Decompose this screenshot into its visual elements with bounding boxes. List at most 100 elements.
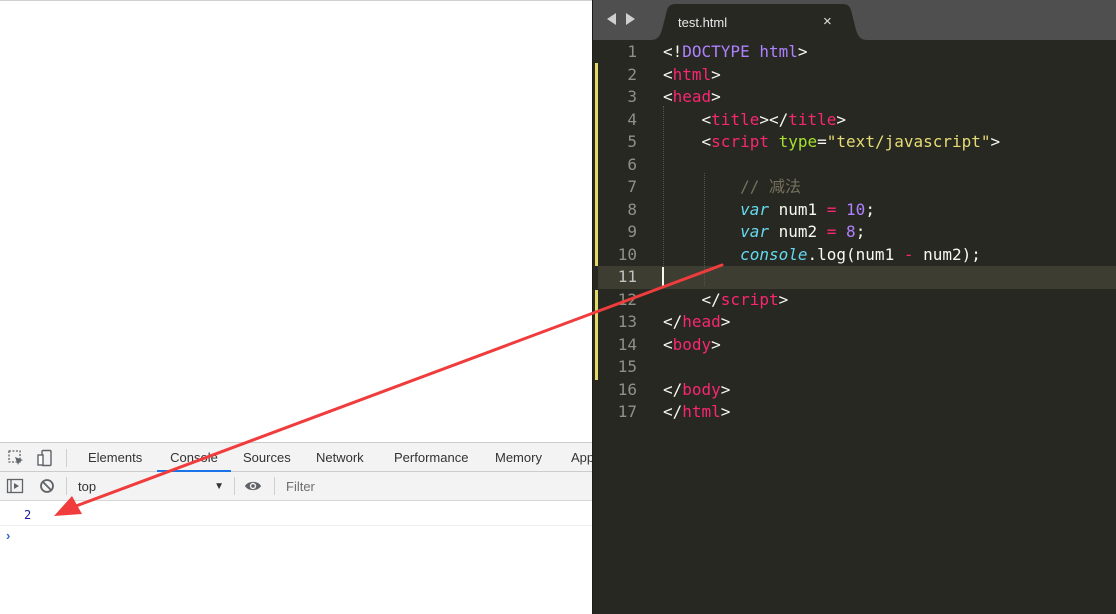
eye-icon[interactable]	[244, 477, 262, 495]
code-line[interactable]: </script>	[663, 289, 789, 311]
context-value: top	[78, 479, 97, 494]
current-line-highlight	[598, 266, 1116, 289]
code-token: >	[797, 42, 808, 61]
code-line[interactable]: <html>	[663, 64, 721, 86]
code-line[interactable]: <head>	[663, 86, 721, 108]
line-number: 11	[617, 267, 637, 286]
code-line[interactable]: <title></title>	[663, 109, 847, 131]
code-token: script	[720, 289, 779, 309]
execute-context-icon[interactable]	[6, 477, 24, 495]
code-token: 10	[846, 199, 866, 219]
tab-elements[interactable]: Elements	[87, 443, 143, 472]
clear-console-icon[interactable]	[38, 477, 56, 495]
file-tab[interactable]: test.html ×	[651, 4, 867, 40]
code-line[interactable]: // 减法	[663, 176, 801, 198]
code-line[interactable]: <script type="text/javascript">	[663, 131, 1001, 153]
code-token: <	[663, 109, 712, 129]
tab-console[interactable]: Console	[157, 443, 231, 472]
code-token: <	[663, 334, 673, 354]
code-token: </	[663, 312, 683, 331]
toolbar-divider	[274, 477, 275, 495]
code-token: var	[740, 199, 769, 219]
tab-sources[interactable]: Sources	[242, 443, 292, 472]
code-token: <	[663, 87, 673, 106]
line-number: 13	[617, 312, 637, 331]
code-token: >	[720, 312, 731, 331]
line-number: 2	[627, 64, 637, 84]
code-line[interactable]: </head>	[663, 311, 730, 333]
code-token: =	[817, 132, 827, 151]
code-token: num1	[768, 199, 827, 219]
code-line[interactable]: </body>	[663, 379, 730, 401]
code-token: num2	[768, 222, 827, 241]
code-token: ;	[855, 222, 866, 241]
code-token: console	[740, 244, 808, 264]
file-tab-label: test.html	[678, 15, 728, 30]
nav-forward-icon[interactable]	[626, 13, 635, 25]
device-toggle-icon[interactable]	[36, 449, 54, 467]
tab-application[interactable]: App	[570, 443, 592, 472]
code-token: var	[740, 222, 769, 241]
dropdown-arrow-icon: ▼	[214, 481, 224, 492]
code-line[interactable]: </html>	[663, 401, 730, 423]
tab-memory[interactable]: Memory	[494, 443, 543, 472]
code-line[interactable]: console.log(num1 - num2);	[663, 244, 981, 266]
code-token: title	[788, 109, 837, 129]
line-number: 9	[627, 222, 637, 241]
code-token: <	[663, 64, 673, 84]
toolbar-divider	[234, 477, 235, 495]
code-token: </	[663, 402, 683, 421]
indent-guide	[704, 173, 705, 286]
tab-performance[interactable]: Performance	[393, 443, 469, 472]
code-token: <!	[663, 42, 683, 61]
close-icon[interactable]: ×	[823, 13, 832, 30]
context-selector[interactable]: top ▼	[72, 476, 230, 497]
devtools-tab-bar: Elements Console Sources Network Perform…	[0, 442, 592, 472]
page-viewport	[0, 1, 592, 442]
console-prompt-icon[interactable]: ›	[6, 528, 10, 543]
line-number: 8	[627, 199, 637, 219]
toolbar-divider	[66, 477, 67, 495]
code-token: </	[663, 289, 721, 309]
code-token: body	[682, 379, 721, 399]
code-token: </	[663, 379, 683, 399]
line-number: 10	[617, 244, 637, 264]
code-token: >	[711, 64, 721, 84]
code-token: // 减法	[740, 177, 801, 196]
inspect-element-icon[interactable]	[7, 449, 25, 467]
code-token: title	[711, 109, 760, 129]
code-token: html	[682, 402, 721, 421]
devtools-panel: Elements Console Sources Network Perform…	[0, 442, 592, 614]
code-area[interactable]: 1 <!DOCTYPE html> 2 <html> 3 <head> 4 <title><…	[593, 40, 1116, 614]
line-number: 5	[627, 132, 637, 151]
code-token: DOCTYPE	[682, 42, 750, 61]
console-log-value: 2	[24, 508, 32, 522]
line-number: 6	[627, 154, 637, 174]
code-token: =	[826, 199, 837, 219]
code-line[interactable]: <body>	[663, 334, 721, 356]
line-number: 7	[627, 177, 637, 196]
code-line[interactable]: <!DOCTYPE html>	[663, 41, 808, 63]
code-token: =	[826, 222, 837, 241]
line-number: 3	[627, 87, 637, 106]
nav-back-icon[interactable]	[607, 13, 616, 25]
code-token: >	[990, 132, 1001, 151]
line-number: 12	[617, 289, 637, 309]
toolbar-divider	[66, 449, 67, 467]
filter-input[interactable]	[280, 476, 592, 497]
tab-network[interactable]: Network	[315, 443, 365, 472]
code-token: type	[778, 132, 818, 151]
code-token: >	[778, 289, 789, 309]
line-number: 16	[617, 379, 637, 399]
code-token: "text/javascript"	[826, 132, 991, 151]
editor-tab-bar: test.html ×	[593, 0, 1116, 40]
code-token: >	[836, 109, 847, 129]
code-line[interactable]: var num2 = 8;	[663, 221, 865, 243]
browser-window: Elements Console Sources Network Perform…	[0, 0, 592, 614]
code-line[interactable]: var num1 = 10;	[663, 199, 875, 221]
